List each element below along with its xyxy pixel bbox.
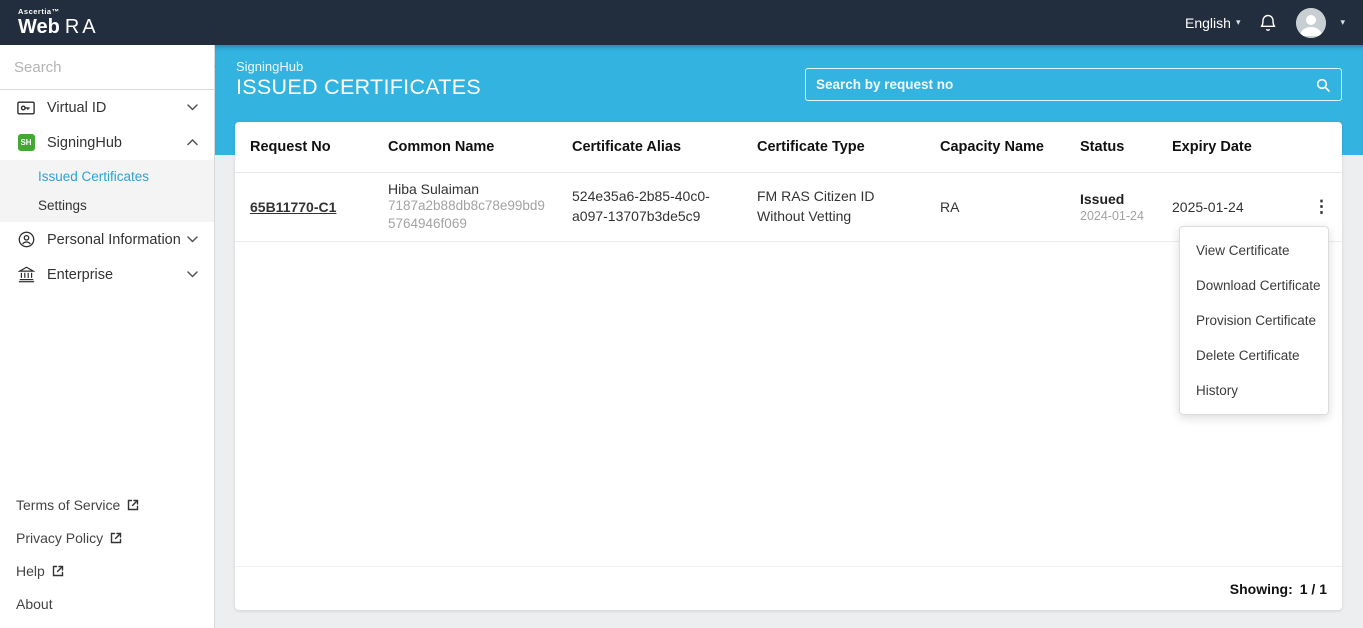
- menu-item-provision-certificate[interactable]: Provision Certificate: [1180, 303, 1328, 338]
- status-date: 2024-01-24: [1080, 209, 1147, 223]
- menu-item-download-certificate[interactable]: Download Certificate: [1180, 268, 1328, 303]
- column-header-expiry-date: Expiry Date: [1157, 122, 1290, 172]
- request-no-link[interactable]: 65B11770-C1: [250, 199, 336, 215]
- bank-icon: [16, 266, 36, 283]
- column-header-request-no: Request No: [235, 122, 373, 172]
- external-link-icon: [110, 532, 122, 544]
- certificate-type: FM RAS Citizen ID Without Vetting: [757, 187, 915, 226]
- brand-webra: WebRA: [18, 17, 99, 37]
- capacity-name: RA: [940, 199, 959, 215]
- table-footer: Showing: 1 / 1: [235, 566, 1342, 610]
- main-content: SigningHub ISSUED CERTIFICATES: [215, 45, 1363, 628]
- showing-value: 1 / 1: [1300, 581, 1327, 597]
- sidebar-item-signinghub[interactable]: SH SigningHub: [0, 125, 214, 160]
- chevron-up-icon: [187, 139, 198, 146]
- column-header-status: Status: [1065, 122, 1157, 172]
- certificate-alias: 524e35a6-2b85-40c0-a097-13707b3de5c9: [572, 187, 732, 226]
- common-name-id: 7187a2b88db8c78e99bd95764946f069: [388, 197, 547, 233]
- column-header-certificate-alias: Certificate Alias: [557, 122, 742, 172]
- table-header-row: Request No Common Name Certificate Alias…: [235, 122, 1342, 172]
- sidebar-item-label: Enterprise: [47, 267, 187, 283]
- sidebar-item-issued-certificates[interactable]: Issued Certificates: [0, 162, 214, 191]
- row-actions-kebab-icon[interactable]: ⋮: [1305, 194, 1338, 219]
- help-link[interactable]: Help: [16, 554, 198, 587]
- signinghub-submenu: Issued Certificates Settings: [0, 160, 214, 222]
- expiry-date: 2025-01-24: [1172, 199, 1244, 215]
- column-header-common-name: Common Name: [373, 122, 557, 172]
- sidebar-item-label: Personal Information: [47, 232, 187, 248]
- sidebar-item-virtual-id[interactable]: Virtual ID: [0, 90, 214, 125]
- chevron-down-icon: [187, 236, 198, 243]
- virtual-id-icon: [16, 101, 36, 115]
- language-caret-icon: ▾: [1236, 17, 1241, 28]
- column-header-actions: [1290, 122, 1342, 172]
- table-row: 65B11770-C1 Hiba Sulaiman 7187a2b88db8c7…: [235, 172, 1342, 241]
- certificates-panel: Request No Common Name Certificate Alias…: [235, 122, 1342, 610]
- sidebar-footer: Terms of Service Privacy Policy Help: [0, 488, 214, 620]
- sidebar-search: [0, 45, 214, 90]
- app-root: Ascertia™ WebRA English ▾ ▾: [0, 0, 1363, 628]
- person-icon: [16, 231, 36, 248]
- external-link-icon: [52, 565, 64, 577]
- menu-item-view-certificate[interactable]: View Certificate: [1180, 233, 1328, 268]
- sidebar-item-personal-information[interactable]: Personal Information: [0, 222, 214, 257]
- sidebar-item-label: Virtual ID: [47, 100, 187, 116]
- top-navbar: Ascertia™ WebRA English ▾ ▾: [0, 0, 1363, 45]
- column-header-capacity-name: Capacity Name: [925, 122, 1065, 172]
- request-search-input[interactable]: [816, 77, 1315, 92]
- avatar[interactable]: [1296, 8, 1326, 38]
- sidebar-nav: Virtual ID SH SigningHub Issued Certif: [0, 90, 214, 292]
- sidebar-search-input[interactable]: [14, 59, 213, 76]
- menu-item-history[interactable]: History: [1180, 373, 1328, 408]
- sidebar: Virtual ID SH SigningHub Issued Certif: [0, 45, 215, 628]
- privacy-policy-link[interactable]: Privacy Policy: [16, 521, 198, 554]
- chevron-down-icon: [187, 271, 198, 278]
- sidebar-item-label: SigningHub: [47, 135, 187, 151]
- certificates-table: Request No Common Name Certificate Alias…: [235, 122, 1342, 242]
- navbar-right: English ▾ ▾: [1185, 8, 1345, 38]
- sidebar-item-enterprise[interactable]: Enterprise: [0, 257, 214, 292]
- brand-logo[interactable]: Ascertia™ WebRA: [18, 8, 99, 38]
- signinghub-icon: SH: [16, 134, 36, 151]
- language-selector[interactable]: English ▾: [1185, 15, 1240, 31]
- language-label: English: [1185, 15, 1231, 31]
- external-link-icon: [127, 499, 139, 511]
- sidebar-item-settings[interactable]: Settings: [0, 191, 214, 220]
- terms-of-service-link[interactable]: Terms of Service: [16, 488, 198, 521]
- column-header-certificate-type: Certificate Type: [742, 122, 925, 172]
- search-icon[interactable]: [1315, 77, 1331, 93]
- layout: Virtual ID SH SigningHub Issued Certif: [0, 45, 1363, 628]
- brand-ascertia: Ascertia™: [18, 8, 99, 16]
- common-name: Hiba Sulaiman: [388, 181, 547, 197]
- row-actions-menu: View Certificate Download Certificate Pr…: [1179, 226, 1329, 415]
- showing-label: Showing:: [1230, 581, 1293, 597]
- menu-item-delete-certificate[interactable]: Delete Certificate: [1180, 338, 1328, 373]
- request-search-box: [805, 68, 1342, 101]
- chevron-down-icon: [187, 104, 198, 111]
- profile-caret-icon[interactable]: ▾: [1340, 17, 1345, 28]
- about-link[interactable]: About: [16, 587, 198, 620]
- panel-empty-space: [235, 242, 1342, 566]
- status-badge: Issued: [1080, 191, 1147, 207]
- notifications-bell-icon[interactable]: [1258, 13, 1278, 33]
